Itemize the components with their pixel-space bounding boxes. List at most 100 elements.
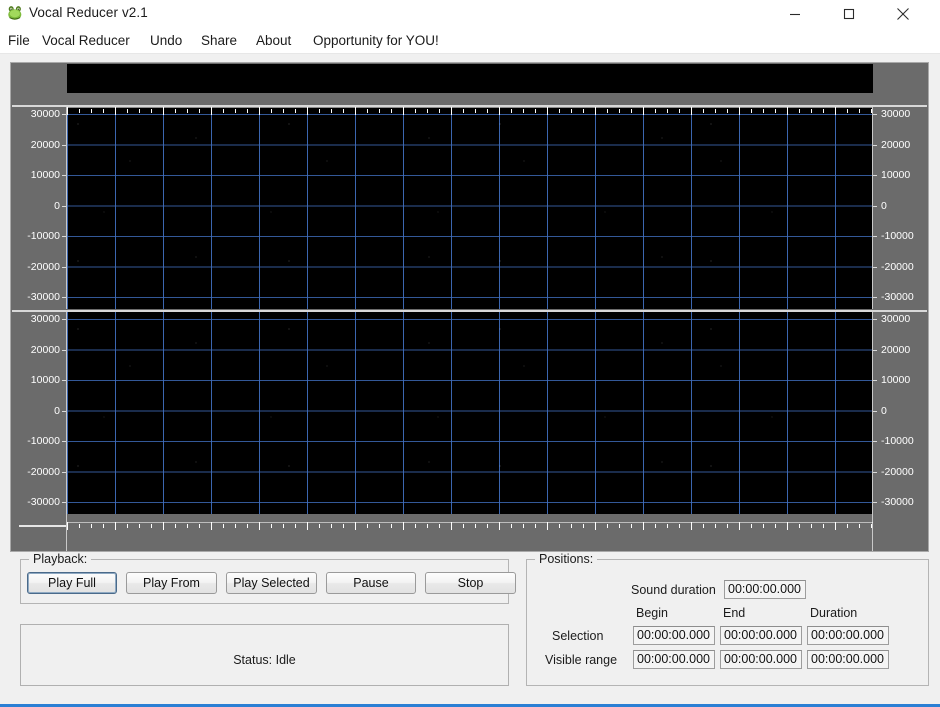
ruler-tick-icon bbox=[559, 524, 560, 528]
play-selected-button[interactable]: Play Selected bbox=[226, 572, 317, 594]
playback-legend: Playback: bbox=[29, 552, 92, 566]
channel-2-left-axis-label: 0 bbox=[54, 404, 60, 417]
channel-2-plot[interactable] bbox=[67, 312, 873, 514]
channel-2-axis-right: 30000 20000 10000 0 -10000 -20000 -30000 bbox=[873, 312, 928, 514]
channel-2-noise bbox=[67, 312, 873, 514]
ruler-tick-icon bbox=[247, 109, 248, 113]
channel-2-left-axis-label: 20000 bbox=[30, 343, 60, 356]
menu-item-file[interactable]: File bbox=[8, 28, 30, 54]
waveform-channel-2[interactable]: 30000 20000 10000 0 -10000 -20000 -30000 30000… bbox=[11, 312, 928, 514]
pause-button[interactable]: Pause bbox=[326, 572, 416, 594]
play-full-button[interactable]: Play Full bbox=[27, 572, 117, 594]
ruler-tick-icon bbox=[679, 524, 680, 528]
ruler-tick-icon bbox=[355, 107, 356, 115]
row-label-visible-range: Visible range bbox=[545, 653, 618, 667]
waveform-panel[interactable]: 30000 20000 10000 0 -10000 -20000 -30000 30000… bbox=[10, 62, 929, 552]
ruler-tick-icon bbox=[691, 107, 692, 115]
visible-range-begin-field[interactable]: 00:00:00.000 bbox=[633, 650, 715, 669]
channel-1-axis-right: 30000 20000 10000 0 -10000 -20000 -30000 bbox=[873, 107, 928, 309]
ruler-tick-icon bbox=[415, 109, 416, 113]
ruler-tick-icon bbox=[727, 524, 728, 528]
menu-item-about[interactable]: About bbox=[256, 28, 291, 54]
channel-1-axis-left: 30000 20000 10000 0 -10000 -20000 -30000 bbox=[11, 107, 66, 309]
channel-1-right-axis-label: -30000 bbox=[881, 291, 914, 303]
menu-bar: File Vocal Reducer Undo Share About Oppo… bbox=[0, 28, 940, 54]
play-from-button[interactable]: Play From bbox=[126, 572, 217, 594]
ruler-tick-icon bbox=[463, 524, 464, 528]
channel-1-left-axis-label: 0 bbox=[54, 199, 60, 212]
overview-strip[interactable] bbox=[67, 64, 873, 93]
ruler-tick-icon bbox=[163, 107, 164, 115]
ruler-tick-icon bbox=[451, 107, 452, 115]
sound-duration-label: Sound duration bbox=[631, 583, 716, 597]
menu-item-share[interactable]: Share bbox=[201, 28, 237, 54]
ruler-tick-icon bbox=[175, 524, 176, 528]
vocal-reducer-window: Vocal Reducer v2.1 File Vocal Reducer Un… bbox=[0, 0, 940, 707]
ruler-tick-icon bbox=[403, 107, 404, 115]
selection-end-field[interactable]: 00:00:00.000 bbox=[720, 626, 802, 645]
channel-1-left-axis-label: -20000 bbox=[27, 260, 60, 273]
ruler-tick-icon bbox=[871, 524, 872, 528]
channel-2-right-axis-label: -30000 bbox=[881, 496, 914, 508]
axis-tick-icon bbox=[873, 205, 877, 207]
ruler-baseline bbox=[67, 107, 873, 108]
column-header-end: End bbox=[723, 606, 746, 620]
ruler-tick-icon bbox=[103, 524, 104, 528]
close-icon[interactable] bbox=[880, 0, 926, 28]
ruler-tick-icon bbox=[475, 524, 476, 528]
ruler-tick-icon bbox=[163, 522, 164, 530]
bottom-ruler-band bbox=[11, 514, 928, 551]
visible-range-duration-field[interactable]: 00:00:00.000 bbox=[807, 650, 889, 669]
sound-duration-field[interactable]: 00:00:00.000 bbox=[724, 580, 806, 599]
menu-item-vocal-reducer[interactable]: Vocal Reducer bbox=[42, 28, 130, 54]
ruler-tick-icon bbox=[571, 109, 572, 113]
ruler-tick-icon bbox=[343, 524, 344, 528]
ruler-tick-icon bbox=[667, 109, 668, 113]
row-label-selection: Selection bbox=[552, 629, 604, 643]
ruler-tick-icon bbox=[331, 524, 332, 528]
visible-range-end-field[interactable]: 00:00:00.000 bbox=[720, 650, 802, 669]
axis-tick-icon bbox=[873, 441, 877, 442]
bottom-ruler-ticks bbox=[67, 522, 873, 530]
ruler-tick-icon bbox=[727, 109, 728, 113]
maximize-icon[interactable] bbox=[826, 0, 872, 28]
menu-item-undo[interactable]: Undo bbox=[150, 28, 182, 54]
axis-tick-icon bbox=[873, 175, 877, 176]
selection-begin-field[interactable]: 00:00:00.000 bbox=[633, 626, 715, 645]
channel-1-plot[interactable] bbox=[67, 107, 873, 309]
ruler-tick-icon bbox=[655, 524, 656, 528]
channel-1-right-axis-label: -10000 bbox=[881, 230, 914, 242]
ruler-tick-icon bbox=[211, 107, 212, 115]
ruler-tick-icon bbox=[823, 109, 824, 113]
ruler-tick-icon bbox=[751, 524, 752, 528]
ruler-tick-icon bbox=[547, 107, 548, 115]
ruler-tick-icon bbox=[115, 522, 116, 530]
ruler-tick-icon bbox=[175, 109, 176, 113]
channel-1-right-axis-label: 0 bbox=[881, 199, 887, 212]
stop-button[interactable]: Stop bbox=[425, 572, 516, 594]
ruler-tick-icon bbox=[439, 524, 440, 528]
axis-tick-icon bbox=[873, 410, 877, 412]
playback-group: Playback: Play Full Play From Play Selec… bbox=[20, 552, 516, 604]
ruler-tick-icon bbox=[583, 109, 584, 113]
overview-strip-base bbox=[67, 93, 873, 105]
ruler-tick-icon bbox=[283, 109, 284, 113]
ruler-tick-icon bbox=[91, 524, 92, 528]
menu-item-opportunity[interactable]: Opportunity for YOU! bbox=[313, 28, 439, 54]
ruler-tick-icon bbox=[187, 109, 188, 113]
axis-tick-icon bbox=[873, 471, 877, 473]
selection-duration-field[interactable]: 00:00:00.000 bbox=[807, 626, 889, 645]
axis-tick-icon bbox=[873, 144, 877, 146]
channel-2-left-axis-label: 10000 bbox=[30, 374, 60, 386]
channel-1-left-axis-label: 10000 bbox=[30, 169, 60, 181]
ruler-tick-icon bbox=[763, 109, 764, 113]
ruler-tick-icon bbox=[535, 524, 536, 528]
ruler-tick-icon bbox=[547, 522, 548, 530]
ruler-tick-icon bbox=[391, 524, 392, 528]
ruler-tick-icon bbox=[703, 109, 704, 113]
ruler-tick-icon bbox=[259, 107, 260, 115]
waveform-channel-1[interactable]: 30000 20000 10000 0 -10000 -20000 -30000 30000… bbox=[11, 107, 928, 309]
channel-1-noise bbox=[67, 107, 873, 309]
minimize-icon[interactable] bbox=[772, 0, 818, 28]
ruler-tick-icon bbox=[451, 522, 452, 530]
